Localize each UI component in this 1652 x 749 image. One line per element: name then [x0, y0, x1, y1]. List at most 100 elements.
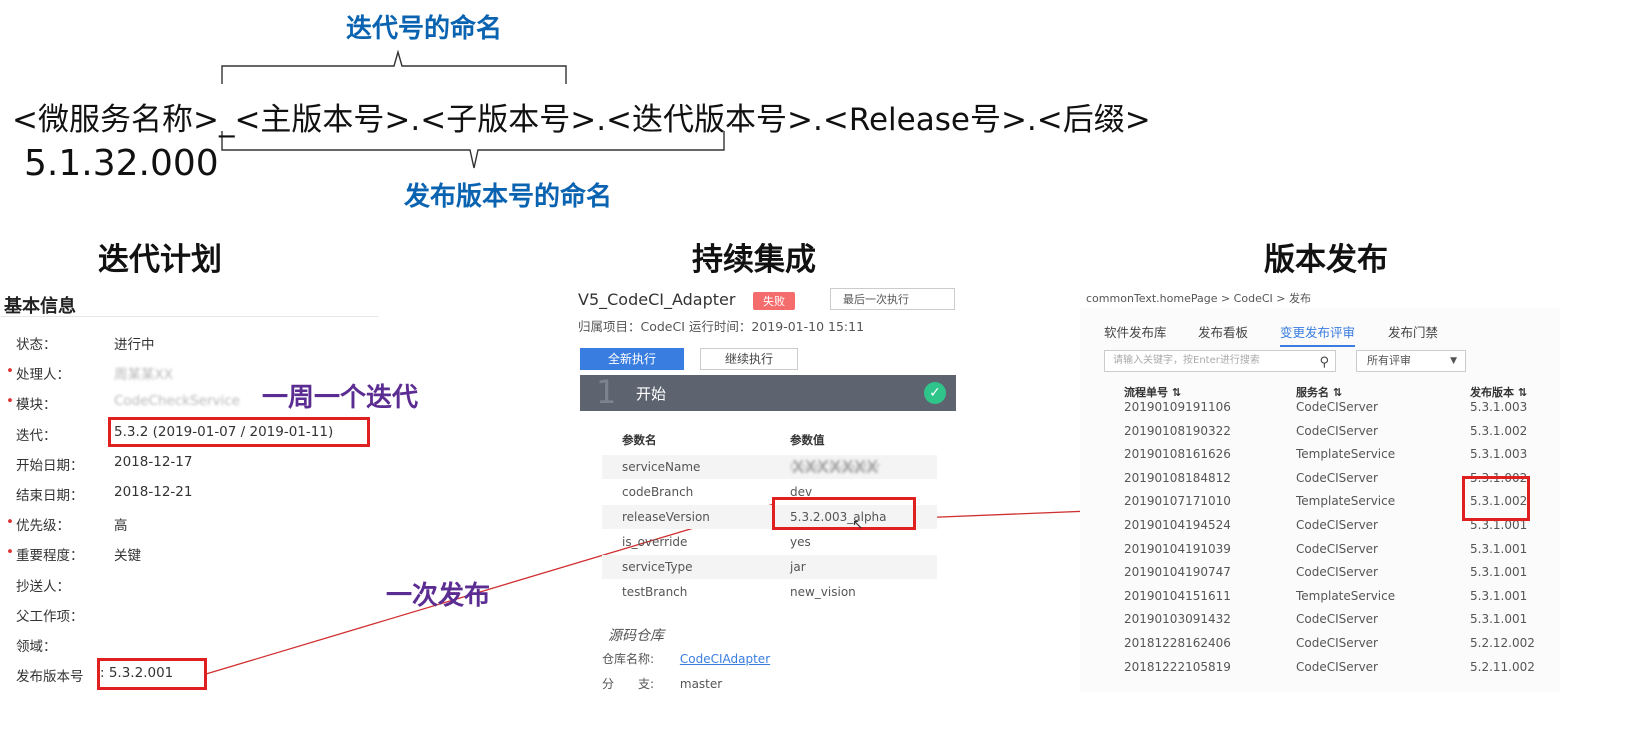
table-row[interactable]: 20181222105819 CodeCIServer 5.2.11.002 [1104, 656, 1560, 680]
repo-name-label: 仓库名称: [602, 652, 655, 666]
search-icon[interactable]: ⚲ [1319, 353, 1329, 373]
table-row[interactable]: 20190109191106 CodeCIServer 5.3.1.003 [1104, 396, 1560, 420]
param-name-header: 参数名 [622, 433, 657, 447]
filter-value: 所有评审 [1367, 354, 1411, 367]
tab-3[interactable]: 发布门禁 [1388, 322, 1438, 341]
release-version-highlight-box [97, 658, 207, 690]
info-label: 领域： [16, 635, 106, 655]
new-run-button[interactable]: 全新执行 [580, 348, 684, 370]
param-name: serviceType [622, 560, 693, 574]
process-id-cell: 20190104190747 [1124, 565, 1231, 580]
service-cell: TemplateService [1296, 588, 1396, 603]
table-row[interactable]: 20190103091432 CodeCIServer 5.3.1.001 [1104, 608, 1560, 632]
process-id-cell: 20190108161626 [1124, 447, 1231, 462]
section-release: 版本发布 [1264, 242, 1388, 278]
process-id-cell: 20190104151611 [1124, 588, 1231, 603]
info-label-text: 迭代： [16, 427, 57, 444]
param-name: is_override [622, 535, 688, 549]
version-cell: 5.3.1.001 [1470, 612, 1528, 627]
basic-info-divider [0, 316, 378, 317]
stage-label: 开始 [636, 385, 667, 403]
branch-label: 分 支: [602, 677, 655, 691]
section-iteration-plan: 迭代计划 [98, 242, 222, 278]
iteration-highlight-box [108, 417, 370, 447]
version-formula: <微服务名称>_<主版本号>.<子版本号>.<迭代版本号>.<Release号>… [12, 102, 1151, 138]
tab-0[interactable]: 软件发布库 [1104, 322, 1167, 341]
repo-title: 源码仓库 [608, 628, 664, 644]
param-name: testBranch [622, 585, 688, 599]
run-select-value: 最后一次执行 [843, 293, 909, 306]
param-name: codeBranch [622, 485, 694, 499]
info-label: 迭代： [16, 424, 106, 444]
info-label-text: 优先级： [16, 518, 70, 535]
table-row[interactable]: 20181228162406 CodeCIServer 5.2.12.002 [1104, 632, 1560, 656]
iteration-naming-label: 迭代号的命名 [346, 14, 503, 44]
info-label-text: 抄送人： [16, 578, 70, 595]
branch-value: master [679, 677, 723, 691]
service-cell: TemplateService [1296, 447, 1396, 462]
version-cell: 5.3.1.001 [1470, 541, 1528, 556]
process-id-cell: 20190108190322 [1124, 423, 1231, 438]
service-cell: CodeCIServer [1296, 612, 1378, 627]
table-row[interactable]: 20190104151611 TemplateService 5.3.1.001 [1104, 585, 1560, 609]
info-value: 进行中 [114, 337, 155, 353]
info-label: 父工作项： [16, 605, 106, 625]
run-select[interactable]: 最后一次执行 [830, 288, 955, 310]
param-name: releaseVersion [622, 510, 710, 524]
service-cell: CodeCIServer [1296, 518, 1378, 532]
service-cell: CodeCIServer [1296, 470, 1378, 485]
table-row[interactable]: 20190108161626 TemplateService 5.3.1.003 [1104, 443, 1560, 467]
breadcrumb: commonText.homePage > CodeCI > 发布 [1086, 292, 1311, 305]
info-label-text: 状态： [16, 337, 57, 353]
version-cell: 5.2.11.002 [1470, 659, 1535, 674]
process-id-cell: 20190108184812 [1124, 470, 1231, 485]
process-id-cell: 20190104194524 [1124, 518, 1231, 532]
table-row[interactable]: 20190104190747 CodeCIServer 5.3.1.001 [1104, 561, 1560, 585]
release-naming-label: 发布版本号的命名 [404, 182, 613, 212]
info-value: 周某某XX [114, 367, 173, 384]
cursor-icon: ↖ [852, 517, 864, 533]
version-cell: 5.3.1.002 [1470, 423, 1528, 438]
info-label: • 重要程度： [6, 544, 106, 565]
info-label-text: 结束日期： [16, 488, 84, 504]
basic-info-heading: 基本信息 [4, 296, 76, 317]
table-row[interactable]: 20190104191039 CodeCIServer 5.3.1.001 [1104, 538, 1560, 562]
process-id-cell: 20181222105819 [1124, 659, 1231, 674]
info-value: 2018-12-17 [114, 453, 193, 470]
param-value: jar [790, 560, 806, 574]
info-label: 抄送人： [16, 575, 106, 595]
version-cell: 5.3.1.001 [1470, 565, 1528, 580]
tab-2[interactable]: 变更发布评审 [1280, 322, 1356, 347]
review-filter-select[interactable]: 所有评审 ▼ [1356, 350, 1466, 372]
service-cell: CodeCIServer [1296, 541, 1378, 556]
param-row: serviceName CodeCIAdapter [602, 455, 937, 479]
repo-name-link[interactable]: CodeCIAdapter [680, 652, 770, 666]
process-id-cell: 20181228162406 [1124, 636, 1231, 650]
info-label-text: 处理人： [16, 367, 70, 384]
param-row: serviceType jar [602, 555, 937, 579]
stage-start[interactable]: 1 开始 ✓ [580, 373, 956, 411]
tab-1[interactable]: 发布看板 [1198, 322, 1248, 341]
ci-pipeline-panel: V5_CodeCI_Adapter 失败 最后一次执行 归属项目：CodeCI … [578, 282, 956, 692]
info-label-text: 发布版本号 [16, 669, 84, 686]
repo-name-row: 仓库名称: CodeCIAdapter [602, 650, 770, 667]
annotation-one-release: 一次发布 [386, 581, 491, 611]
release-row-highlight-box [1462, 476, 1530, 521]
search-input[interactable]: 请输入关键字，按Enter进行搜索 ⚲ [1104, 350, 1336, 372]
required-marker: • [6, 363, 14, 380]
status-badge: 失败 [753, 292, 795, 310]
version-cell: 5.3.1.003 [1470, 447, 1528, 462]
service-cell: CodeCIServer [1296, 423, 1378, 438]
search-placeholder: 请输入关键字，按Enter进行搜索 [1113, 355, 1260, 366]
release-version-param-highlight-box [772, 497, 916, 530]
continue-run-button[interactable]: 继续执行 [700, 348, 798, 370]
info-label: 开始日期： [16, 454, 106, 474]
service-name-redaction: XXXXXXX [792, 457, 879, 478]
version-cell: 5.2.12.002 [1470, 636, 1535, 650]
table-row[interactable]: 20190108190322 CodeCIServer 5.3.1.002 [1104, 420, 1560, 444]
info-label-text: 开始日期： [16, 457, 84, 474]
info-label-text: 领域： [16, 639, 57, 655]
info-label-text: 重要程度： [16, 548, 84, 565]
required-marker: • [6, 393, 14, 410]
info-label: • 模块： [6, 393, 106, 413]
